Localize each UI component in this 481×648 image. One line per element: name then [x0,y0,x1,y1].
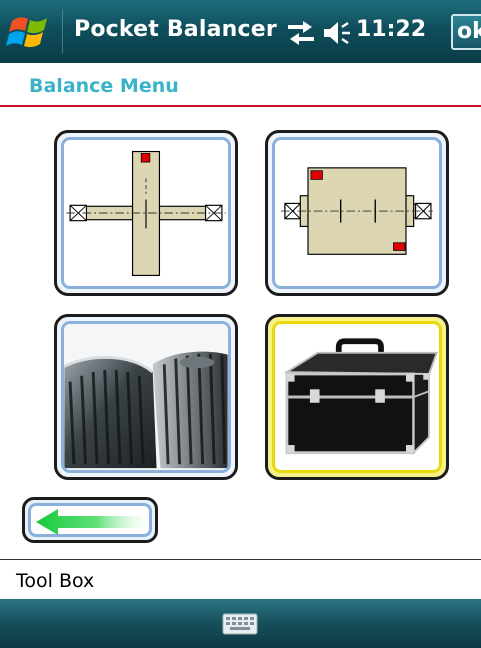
clock: 11:22 [356,17,427,42]
gears-icon [64,324,228,470]
two-plane-balance-button[interactable] [265,130,449,296]
connectivity-icon[interactable] [284,18,318,48]
volume-icon[interactable] [322,19,352,47]
title-separator [62,10,63,54]
back-button[interactable] [22,497,158,543]
toolbox-button[interactable] [265,314,449,480]
single-plane-balance-button[interactable] [54,130,238,296]
single-plane-rotor-icon [66,150,226,277]
status-line: Tool Box [0,559,481,599]
gears-button[interactable] [54,314,238,480]
app-title: Pocket Balancer [74,17,277,42]
toolbox-icon [275,324,439,470]
tile-frame [61,137,231,289]
ok-button[interactable]: ok [451,14,481,50]
bottom-bar [0,599,481,648]
tile-frame [272,321,442,473]
back-button-frame [28,503,152,537]
tile-frame [61,321,231,473]
title-bar: Pocket Balancer 11:22 ok [0,0,481,63]
tile-frame [272,137,442,289]
menu-header: Balance Menu [0,63,481,107]
status-text: Tool Box [16,570,95,592]
keyboard-icon[interactable] [222,612,258,636]
two-plane-rotor-icon [281,167,433,255]
green-left-arrow-icon [36,509,146,535]
page-title: Balance Menu [29,75,179,97]
windows-start-icon[interactable] [6,9,54,55]
